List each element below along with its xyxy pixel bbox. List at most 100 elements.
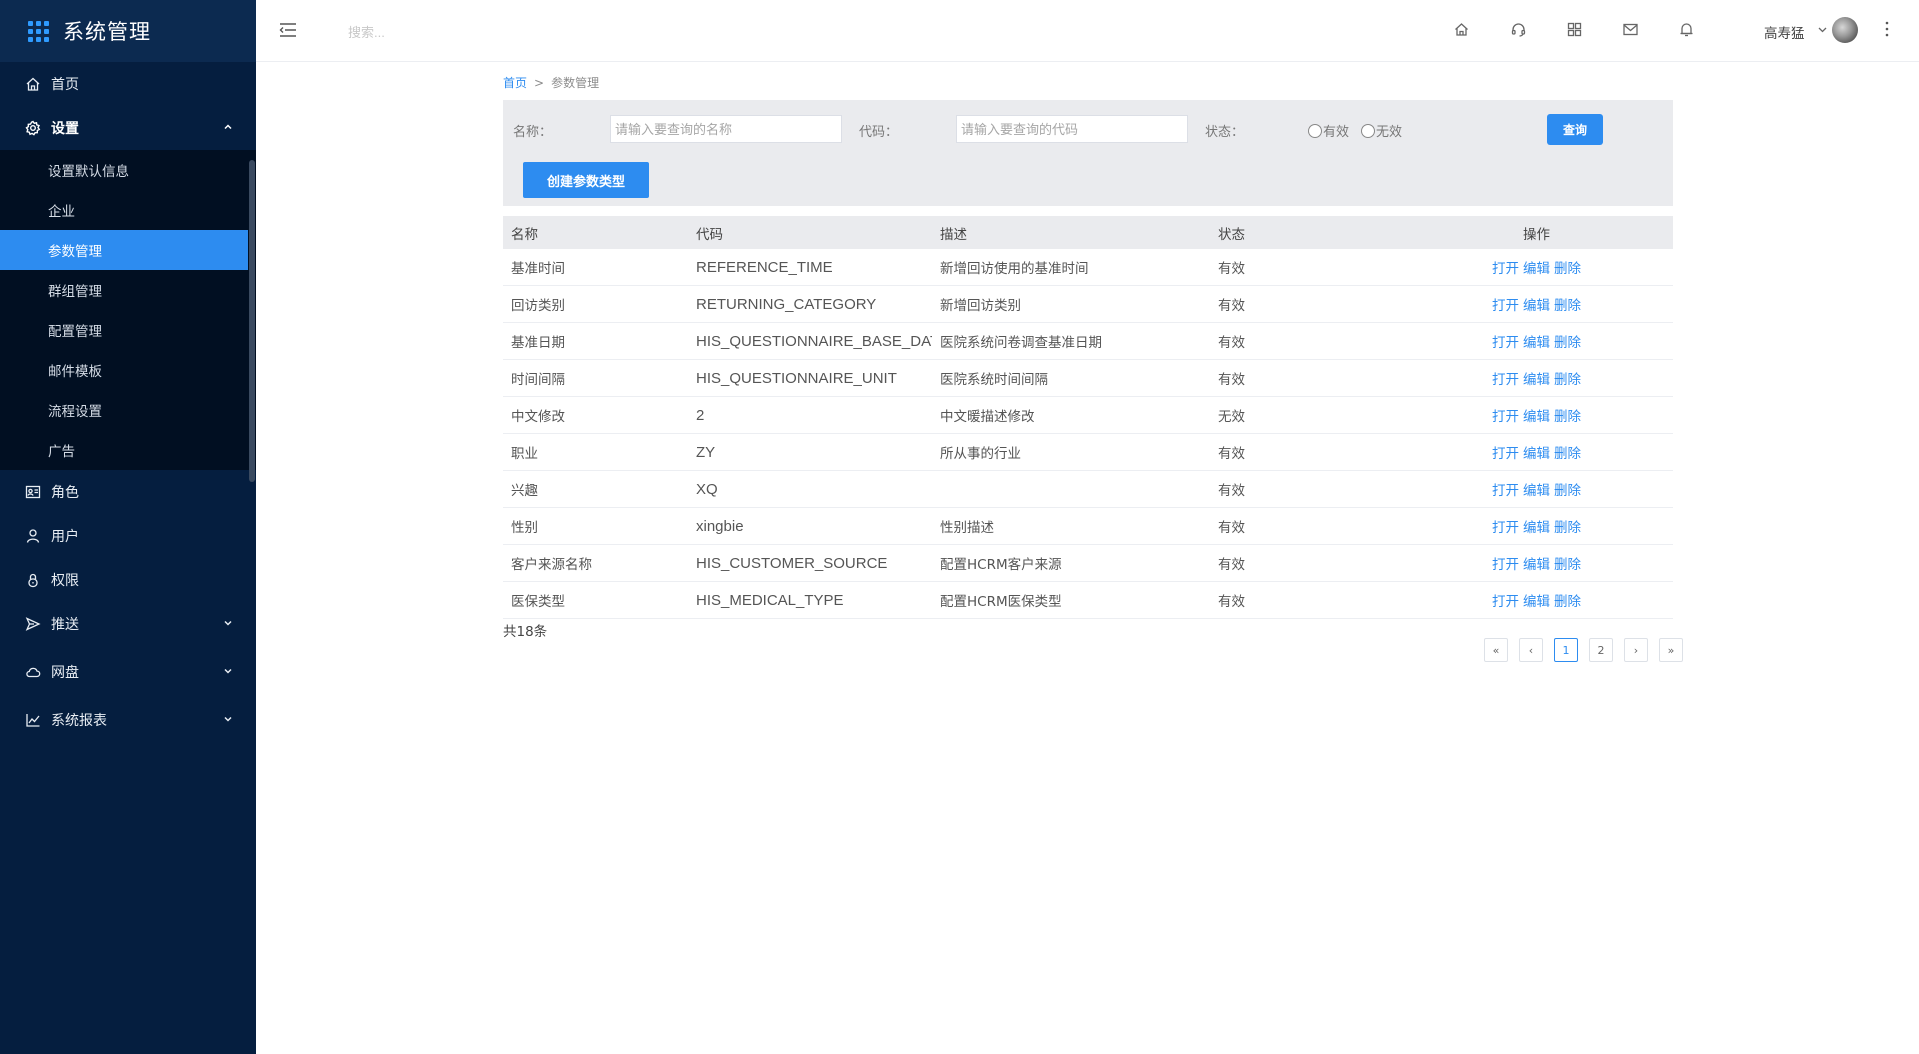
cell-name: 客户来源名称 bbox=[503, 544, 688, 582]
edit-link[interactable]: 编辑 bbox=[1523, 594, 1550, 610]
table-row: 性别 xingbie 性别描述 有效 打开 编辑 删除 bbox=[503, 507, 1673, 545]
open-link[interactable]: 打开 bbox=[1492, 261, 1519, 277]
sidebar-item-cloud-drive[interactable]: 网盘 bbox=[0, 650, 256, 694]
cell-actions: 打开 编辑 删除 bbox=[1400, 433, 1673, 471]
sidebar-scrollbar[interactable] bbox=[249, 160, 255, 482]
sidebar-nav: 首页 设置 设置默认信息 企业 参数管理 群组管理 配置管理 邮件模板 流程设置… bbox=[0, 62, 256, 742]
cell-status: 有效 bbox=[1210, 322, 1400, 360]
cell-code: REFERENCE_TIME bbox=[688, 249, 932, 286]
edit-link[interactable]: 编辑 bbox=[1523, 409, 1550, 425]
edit-link[interactable]: 编辑 bbox=[1523, 483, 1550, 499]
sidebar-item-home[interactable]: 首页 bbox=[0, 62, 256, 106]
code-label: 代码： bbox=[859, 125, 899, 140]
open-link[interactable]: 打开 bbox=[1492, 520, 1519, 536]
sidebar-subitem-mail-template[interactable]: 邮件模板 bbox=[0, 350, 248, 390]
create-parameter-type-button[interactable]: 创建参数类型 bbox=[523, 162, 649, 198]
sidebar-subitem-config[interactable]: 配置管理 bbox=[0, 310, 248, 350]
sidebar-item-push[interactable]: 推送 bbox=[0, 602, 256, 646]
home-icon[interactable] bbox=[1453, 21, 1470, 38]
search-input[interactable] bbox=[346, 18, 590, 46]
mail-icon[interactable] bbox=[1622, 21, 1639, 38]
cell-name: 中文修改 bbox=[503, 396, 688, 434]
app-brand: 系统管理 bbox=[0, 0, 256, 62]
sidebar-item-roles[interactable]: 角色 bbox=[0, 470, 256, 514]
cell-description: 新增回访类别 bbox=[932, 285, 1210, 323]
radio-circle[interactable] bbox=[1308, 123, 1322, 138]
delete-link[interactable]: 删除 bbox=[1554, 483, 1581, 499]
edit-link[interactable]: 编辑 bbox=[1523, 335, 1550, 351]
status-invalid-radio[interactable]: 无效 bbox=[1361, 121, 1402, 140]
sidebar-item-permissions[interactable]: 权限 bbox=[0, 558, 256, 602]
open-link[interactable]: 打开 bbox=[1492, 298, 1519, 314]
grid-icon[interactable] bbox=[1566, 21, 1583, 38]
breadcrumb-home-link[interactable]: 首页 bbox=[503, 76, 527, 90]
cell-name: 基准日期 bbox=[503, 322, 688, 360]
cell-status: 有效 bbox=[1210, 470, 1400, 508]
page-2-button[interactable]: 2 bbox=[1589, 638, 1613, 662]
sidebar-subitem-workflow[interactable]: 流程设置 bbox=[0, 390, 248, 430]
open-link[interactable]: 打开 bbox=[1492, 594, 1519, 610]
avatar[interactable] bbox=[1832, 17, 1858, 43]
sidebar-subitem-groups[interactable]: 群组管理 bbox=[0, 270, 248, 310]
delete-link[interactable]: 删除 bbox=[1554, 557, 1581, 573]
chevron-down-icon[interactable] bbox=[1817, 24, 1828, 35]
delete-link[interactable]: 删除 bbox=[1554, 335, 1581, 351]
radio-circle[interactable] bbox=[1361, 123, 1375, 138]
delete-link[interactable]: 删除 bbox=[1554, 520, 1581, 536]
next-page-button[interactable]: › bbox=[1624, 638, 1648, 662]
cell-status: 有效 bbox=[1210, 359, 1400, 397]
cell-code: XQ bbox=[688, 470, 932, 508]
status-label: 状态： bbox=[1205, 125, 1245, 140]
sidebar-subitem-ads[interactable]: 广告 bbox=[0, 430, 248, 470]
cell-actions: 打开 编辑 删除 bbox=[1400, 470, 1673, 508]
delete-link[interactable]: 删除 bbox=[1554, 446, 1581, 462]
home-icon bbox=[25, 76, 41, 92]
lock-icon bbox=[25, 572, 41, 588]
last-page-button[interactable]: » bbox=[1659, 638, 1683, 662]
edit-link[interactable]: 编辑 bbox=[1523, 520, 1550, 536]
cell-code: HIS_MEDICAL_TYPE bbox=[688, 581, 932, 619]
edit-link[interactable]: 编辑 bbox=[1523, 261, 1550, 277]
cell-status: 有效 bbox=[1210, 507, 1400, 545]
edit-link[interactable]: 编辑 bbox=[1523, 557, 1550, 573]
delete-link[interactable]: 删除 bbox=[1554, 298, 1581, 314]
user-name[interactable]: 高寿猛 bbox=[1764, 22, 1805, 42]
apps-icon[interactable] bbox=[28, 20, 49, 42]
edit-link[interactable]: 编辑 bbox=[1523, 446, 1550, 462]
first-page-button[interactable]: « bbox=[1484, 638, 1508, 662]
delete-link[interactable]: 删除 bbox=[1554, 372, 1581, 388]
code-search-input[interactable] bbox=[956, 115, 1188, 143]
more-vertical-icon[interactable] bbox=[1884, 19, 1890, 39]
open-link[interactable]: 打开 bbox=[1492, 409, 1519, 425]
sidebar-subitem-enterprise[interactable]: 企业 bbox=[0, 190, 248, 230]
prev-page-button[interactable]: ‹ bbox=[1519, 638, 1543, 662]
open-link[interactable]: 打开 bbox=[1492, 446, 1519, 462]
name-search-input[interactable] bbox=[610, 115, 842, 143]
open-link[interactable]: 打开 bbox=[1492, 483, 1519, 499]
open-link[interactable]: 打开 bbox=[1492, 372, 1519, 388]
delete-link[interactable]: 删除 bbox=[1554, 409, 1581, 425]
open-link[interactable]: 打开 bbox=[1492, 557, 1519, 573]
sidebar-item-settings[interactable]: 设置 bbox=[0, 106, 256, 150]
cell-actions: 打开 编辑 删除 bbox=[1400, 544, 1673, 582]
sidebar-item-reports[interactable]: 系统报表 bbox=[0, 698, 256, 742]
sidebar-subitem-default-info[interactable]: 设置默认信息 bbox=[0, 150, 248, 190]
edit-link[interactable]: 编辑 bbox=[1523, 298, 1550, 314]
menu-collapse-icon[interactable] bbox=[278, 20, 298, 40]
cell-code: HIS_CUSTOMER_SOURCE bbox=[688, 544, 932, 582]
open-link[interactable]: 打开 bbox=[1492, 335, 1519, 351]
headset-icon[interactable] bbox=[1510, 21, 1527, 38]
sidebar-item-label: 网盘 bbox=[51, 665, 79, 681]
status-valid-radio[interactable]: 有效 bbox=[1308, 121, 1349, 140]
cell-name: 时间间隔 bbox=[503, 359, 688, 397]
bell-icon[interactable] bbox=[1678, 21, 1695, 38]
edit-link[interactable]: 编辑 bbox=[1523, 372, 1550, 388]
sidebar-item-label: 角色 bbox=[51, 485, 79, 501]
sidebar-subitem-parameters[interactable]: 参数管理 bbox=[0, 230, 248, 270]
page-1-button[interactable]: 1 bbox=[1554, 638, 1578, 662]
delete-link[interactable]: 删除 bbox=[1554, 261, 1581, 277]
cell-actions: 打开 编辑 删除 bbox=[1400, 507, 1673, 545]
sidebar-item-users[interactable]: 用户 bbox=[0, 514, 256, 558]
query-button[interactable]: 查询 bbox=[1547, 114, 1603, 145]
delete-link[interactable]: 删除 bbox=[1554, 594, 1581, 610]
